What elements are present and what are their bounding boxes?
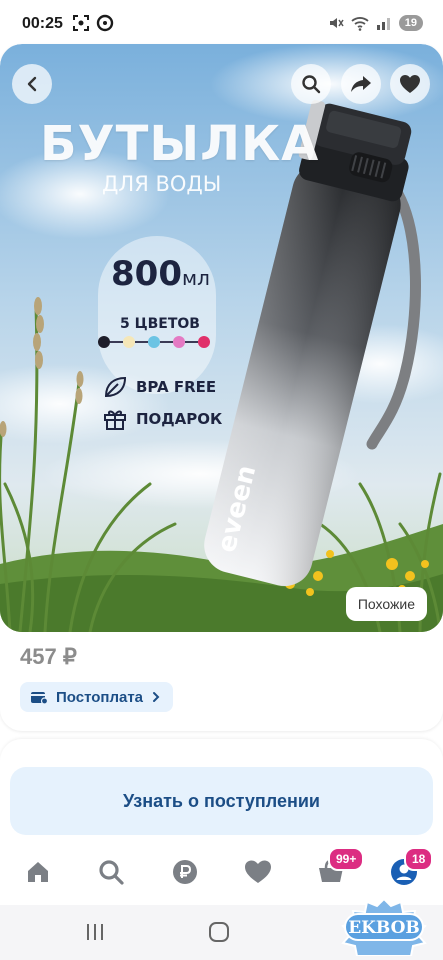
- battery-level: 19: [398, 15, 423, 31]
- screenshot-icon: [73, 15, 89, 31]
- volume-unit: мл: [181, 266, 210, 290]
- color-swatch: [98, 336, 110, 348]
- color-swatch: [123, 336, 135, 348]
- notify-button[interactable]: Узнать о поступлении: [10, 767, 433, 835]
- feature-gift: ПОДАРОК: [102, 406, 222, 432]
- product-price: 457 ₽: [20, 644, 77, 669]
- postpay-badge[interactable]: Постоплата: [20, 682, 174, 712]
- wifi-icon: [351, 17, 369, 31]
- hero-subtitle: ДЛЯ ВОДЫ: [102, 172, 222, 196]
- status-bar: 00:25 19: [0, 0, 443, 48]
- nav-favorites[interactable]: [243, 857, 273, 887]
- nav-cart[interactable]: 99+: [316, 847, 365, 887]
- search-icon: [99, 860, 124, 885]
- color-swatch: [148, 336, 160, 348]
- color-swatch: [173, 336, 185, 348]
- cart-badge: 99+: [328, 847, 365, 871]
- home-button-icon[interactable]: [208, 921, 230, 943]
- color-swatch: [198, 336, 210, 348]
- swatch-connector: [135, 341, 148, 343]
- postpay-label: Постоплата: [56, 688, 144, 706]
- volume-text: 800мл: [111, 254, 210, 294]
- chevron-right-icon: [153, 692, 160, 702]
- watermark-logo: EKBOB: [341, 897, 427, 956]
- product-card: eveen БУТЫЛКА ДЛЯ ВОДЫ 800мл 5 ЦВЕТОВ BP…: [0, 44, 443, 731]
- volume-value: 800: [111, 254, 182, 294]
- nav-balance[interactable]: [170, 857, 200, 887]
- nav-home[interactable]: [23, 857, 53, 887]
- hero-title: БУТЫЛКА: [40, 116, 320, 172]
- signal-icon: [376, 18, 390, 30]
- status-icons-left: [72, 14, 114, 32]
- favorite-button[interactable]: [390, 64, 430, 104]
- wallet-icon: [31, 692, 48, 705]
- nav-profile[interactable]: 18: [389, 847, 434, 887]
- feature-label: ПОДАРОК: [136, 410, 223, 428]
- mute-icon: [329, 18, 344, 28]
- profile-badge: 18: [404, 847, 434, 871]
- share-icon: [351, 76, 371, 92]
- feature-label: BPA FREE: [136, 378, 217, 396]
- search-icon: [302, 75, 321, 94]
- gift-icon: [104, 410, 126, 430]
- search-button[interactable]: [291, 64, 331, 104]
- share-button[interactable]: [341, 64, 381, 104]
- back-button[interactable]: [12, 64, 52, 104]
- recent-apps-icon[interactable]: [84, 921, 106, 943]
- heart-icon: [245, 860, 271, 883]
- back-icon: [27, 76, 37, 92]
- home-icon: [28, 862, 48, 882]
- status-icons-right: 19: [327, 14, 423, 32]
- colors-label: 5 ЦВЕТОВ: [120, 316, 200, 332]
- heart-icon: [400, 75, 420, 93]
- color-swatches: [98, 336, 210, 348]
- product-image[interactable]: eveen БУТЫЛКА ДЛЯ ВОДЫ 800мл 5 ЦВЕТОВ BP…: [0, 44, 443, 632]
- leaf-icon: [104, 376, 127, 398]
- ruble-icon: [173, 860, 197, 884]
- nav-search[interactable]: [96, 857, 126, 887]
- feature-bpa-free: BPA FREE: [102, 374, 216, 400]
- swatch-connector: [160, 341, 173, 343]
- swatch-connector: [110, 341, 123, 343]
- status-time: 00:25: [22, 15, 63, 32]
- swatch-connector: [185, 341, 198, 343]
- watermark-text: EKBOB: [348, 918, 420, 938]
- similar-button[interactable]: Похожие: [345, 587, 427, 621]
- shazam-icon: [96, 14, 114, 32]
